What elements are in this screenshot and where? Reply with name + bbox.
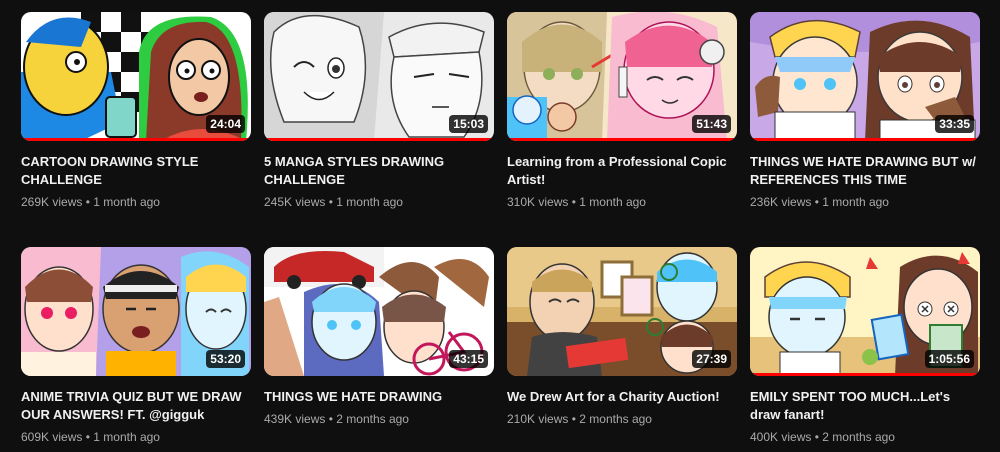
upload-age: 1 month ago [822, 195, 889, 209]
video-meta: 310K views • 1 month ago [507, 194, 737, 210]
video-card[interactable]: 53:20 ANIME TRIVIA QUIZ BUT WE DRAW OUR … [21, 247, 251, 445]
view-count: 269K views [21, 195, 83, 209]
video-card[interactable]: 15:03 5 MANGA STYLES DRAWING CHALLENGE 2… [264, 12, 494, 210]
duration-badge: 53:20 [206, 350, 245, 368]
video-title[interactable]: EMILY SPENT TOO MUCH...Let's draw fanart… [750, 388, 980, 424]
meta-separator: • [571, 195, 576, 209]
view-count: 210K views [507, 412, 569, 426]
video-title[interactable]: Learning from a Professional Copic Artis… [507, 153, 737, 189]
watch-progress-bar [507, 138, 737, 141]
upload-age: 1 month ago [93, 195, 160, 209]
video-title[interactable]: THINGS WE HATE DRAWING BUT w/ REFERENCES… [750, 153, 980, 189]
video-card[interactable]: 33:35 THINGS WE HATE DRAWING BUT w/ REFE… [750, 12, 980, 210]
video-thumbnail[interactable]: 27:39 [507, 247, 737, 376]
upload-age: 2 months ago [579, 412, 652, 426]
duration-badge: 1:05:56 [924, 350, 974, 368]
video-card[interactable]: 24:04 CARTOON DRAWING STYLE CHALLENGE 26… [21, 12, 251, 210]
view-count: 609K views [21, 430, 83, 444]
meta-separator: • [814, 195, 819, 209]
duration-badge: 43:15 [449, 350, 488, 368]
video-title[interactable]: THINGS WE HATE DRAWING [264, 388, 494, 406]
upload-age: 1 month ago [93, 430, 160, 444]
view-count: 310K views [507, 195, 569, 209]
meta-separator: • [85, 430, 90, 444]
watch-progress-bar [264, 138, 494, 141]
video-thumbnail[interactable]: 24:04 [21, 12, 251, 141]
duration-badge: 27:39 [692, 350, 731, 368]
view-count: 439K views [264, 412, 326, 426]
video-meta: 439K views • 2 months ago [264, 411, 494, 427]
duration-badge: 24:04 [206, 115, 245, 133]
video-thumbnail[interactable]: 1:05:56 [750, 247, 980, 376]
video-card[interactable]: 43:15 THINGS WE HATE DRAWING 439K views … [264, 247, 494, 427]
video-thumbnail[interactable]: 33:35 [750, 12, 980, 141]
video-meta: 269K views • 1 month ago [21, 194, 251, 210]
video-card[interactable]: 51:43 Learning from a Professional Copic… [507, 12, 737, 210]
watch-progress-bar [21, 138, 251, 141]
video-meta: 236K views • 1 month ago [750, 194, 980, 210]
video-card[interactable]: 27:39 We Drew Art for a Charity Auction!… [507, 247, 737, 427]
duration-badge: 15:03 [449, 115, 488, 133]
video-title[interactable]: CARTOON DRAWING STYLE CHALLENGE [21, 153, 251, 189]
meta-separator: • [814, 430, 819, 444]
duration-badge: 51:43 [692, 115, 731, 133]
meta-separator: • [571, 412, 576, 426]
meta-separator: • [328, 195, 333, 209]
watch-progress-bar [750, 373, 980, 376]
video-thumbnail[interactable]: 15:03 [264, 12, 494, 141]
video-meta: 609K views • 1 month ago [21, 429, 251, 445]
video-thumbnail[interactable]: 43:15 [264, 247, 494, 376]
video-thumbnail[interactable]: 51:43 [507, 12, 737, 141]
view-count: 400K views [750, 430, 812, 444]
video-thumbnail[interactable]: 53:20 [21, 247, 251, 376]
watch-progress-bar [750, 138, 980, 141]
video-card[interactable]: 1:05:56 EMILY SPENT TOO MUCH...Let's dra… [750, 247, 980, 445]
upload-age: 1 month ago [579, 195, 646, 209]
upload-age: 2 months ago [822, 430, 895, 444]
meta-separator: • [85, 195, 90, 209]
video-grid: 24:04 CARTOON DRAWING STYLE CHALLENGE 26… [0, 0, 1000, 452]
video-meta: 245K views • 1 month ago [264, 194, 494, 210]
view-count: 236K views [750, 195, 812, 209]
upload-age: 1 month ago [336, 195, 403, 209]
video-title[interactable]: ANIME TRIVIA QUIZ BUT WE DRAW OUR ANSWER… [21, 388, 251, 424]
upload-age: 2 months ago [336, 412, 409, 426]
meta-separator: • [328, 412, 333, 426]
view-count: 245K views [264, 195, 326, 209]
duration-badge: 33:35 [935, 115, 974, 133]
video-title[interactable]: 5 MANGA STYLES DRAWING CHALLENGE [264, 153, 494, 189]
video-meta: 210K views • 2 months ago [507, 411, 737, 427]
video-title[interactable]: We Drew Art for a Charity Auction! [507, 388, 737, 406]
video-meta: 400K views • 2 months ago [750, 429, 980, 445]
